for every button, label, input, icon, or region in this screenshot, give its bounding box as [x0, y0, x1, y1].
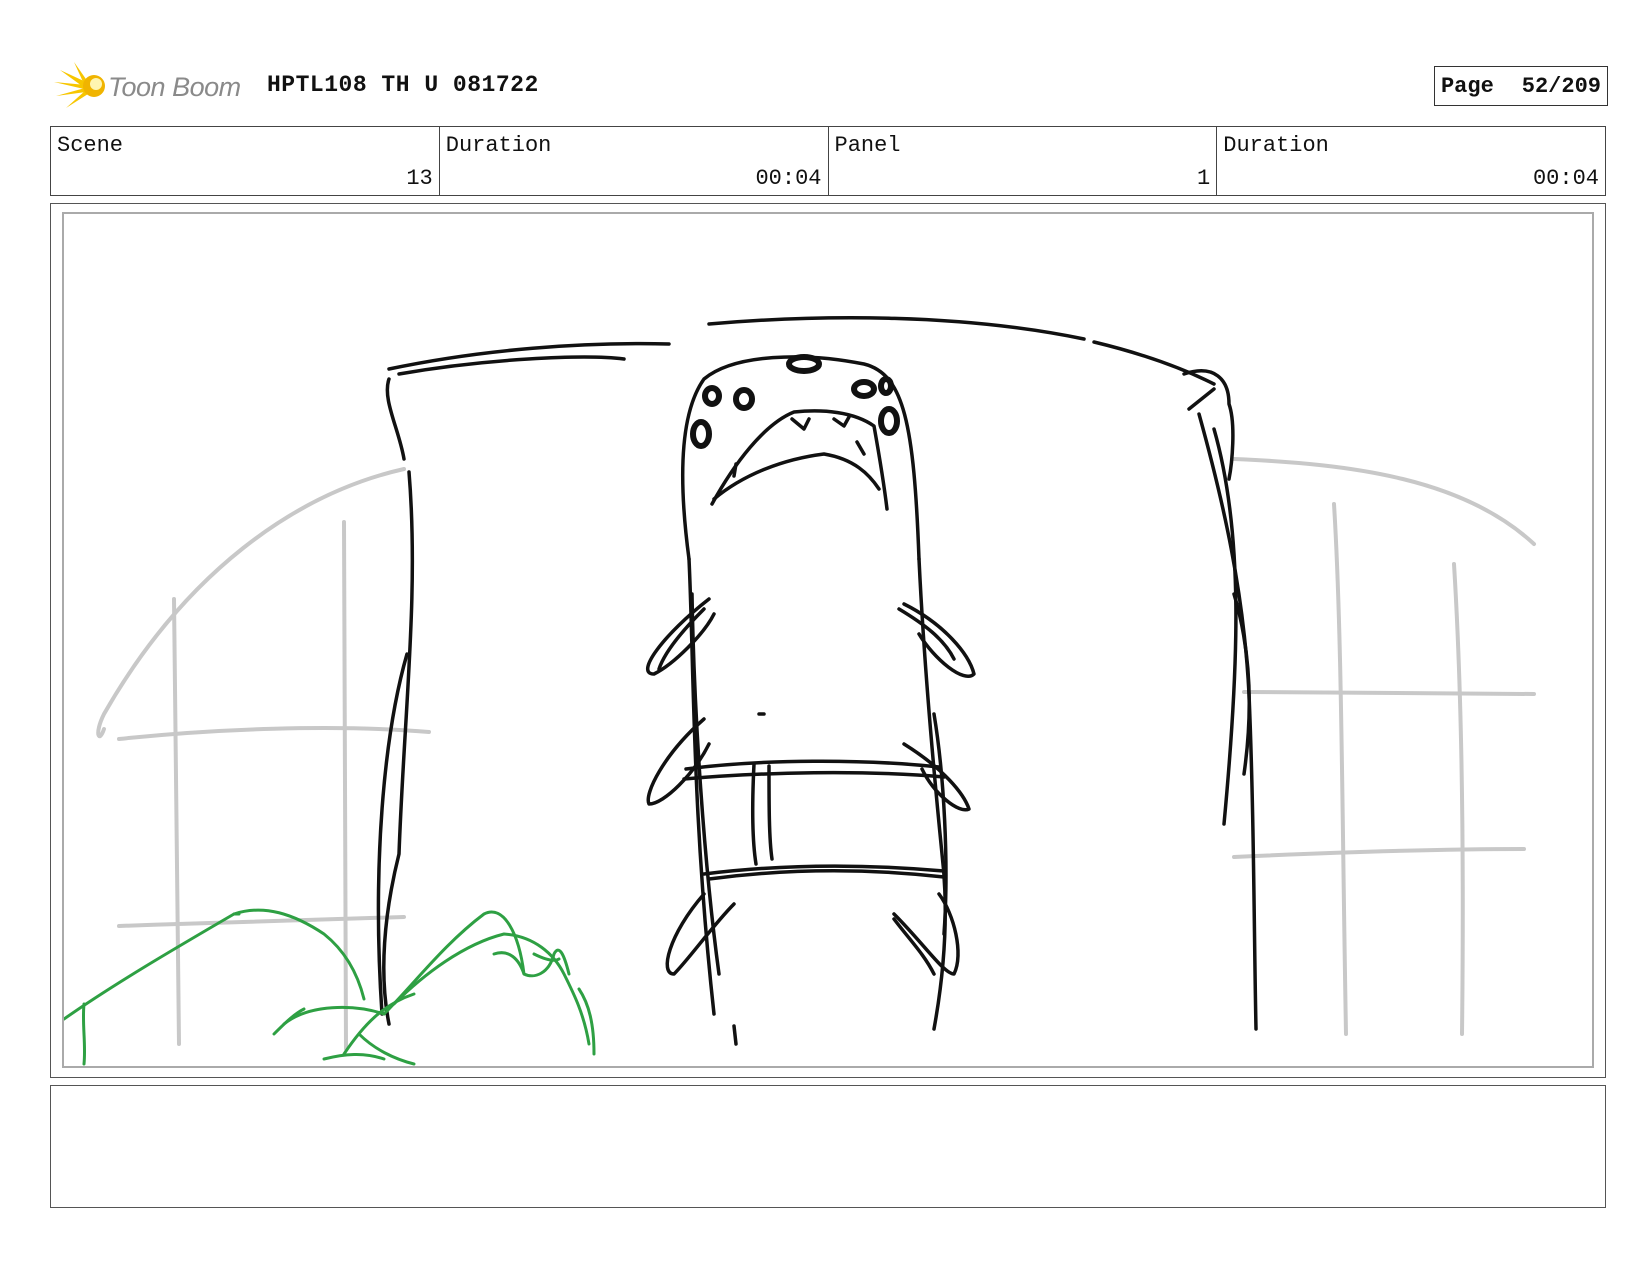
page-label: Page: [1440, 73, 1494, 99]
panel-notes-box: [50, 1085, 1606, 1208]
storyboard-panel: [50, 203, 1606, 1078]
panel-cell: Panel 1: [829, 127, 1218, 195]
starburst-icon: [54, 62, 105, 108]
background-sketch-right: [1232, 457, 1536, 1036]
foreground-sketch: [64, 908, 596, 1066]
scene-duration-value: 00:04: [755, 166, 822, 191]
scene-label: Scene: [57, 133, 124, 158]
scene-value: 13: [406, 166, 433, 191]
sketch-drawing: [64, 316, 1536, 1066]
page-header: Toon Boom HPTL108 TH U 081722 Page 52/20…: [52, 58, 1608, 114]
panel-duration-label: Duration: [1223, 133, 1329, 158]
page-indicator: Page 52/209: [1433, 66, 1608, 106]
panel-image-frame: [62, 212, 1594, 1068]
panel-duration-cell: Duration 00:04: [1217, 127, 1605, 195]
panel-label: Panel: [834, 133, 901, 158]
document-title: HPTL108 TH U 081722: [267, 72, 539, 98]
scene-duration-label: Duration: [445, 133, 552, 158]
logo-text: Toon Boom: [108, 72, 241, 102]
toon-boom-logo: Toon Boom: [52, 60, 252, 112]
page-number: 52/209: [1521, 73, 1601, 99]
scene-cell: Scene 13: [51, 127, 440, 195]
scene-duration-cell: Duration 00:04: [440, 127, 829, 195]
scene-info-row: Scene 13 Duration 00:04 Panel 1 Duration…: [50, 126, 1606, 196]
panel-duration-value: 00:04: [1532, 166, 1599, 191]
panel-value: 1: [1197, 166, 1211, 191]
